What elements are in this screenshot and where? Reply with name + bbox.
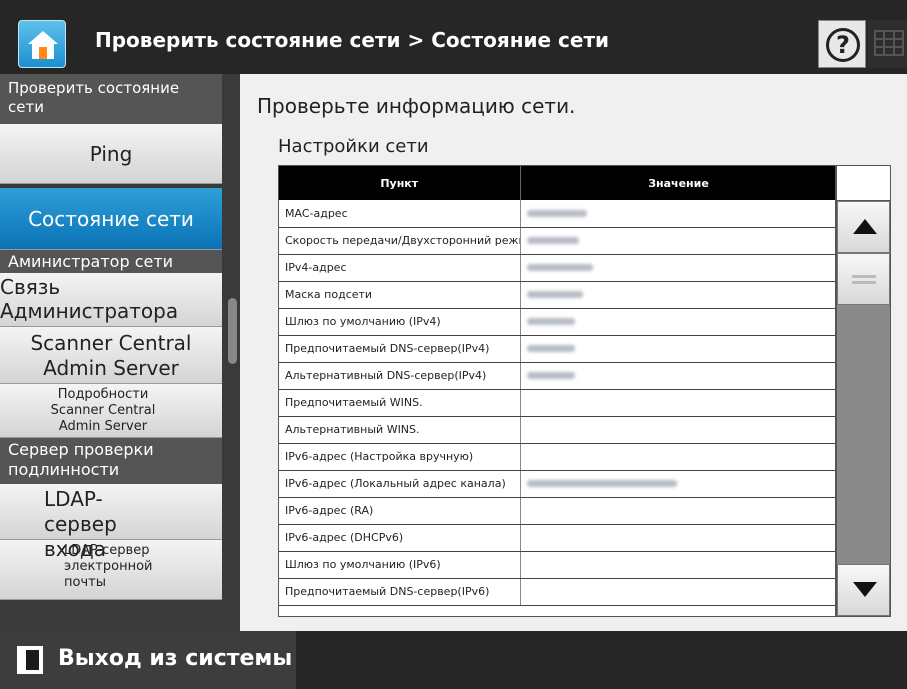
- sidebar-section-network-admin: Аминистратор сети: [0, 250, 222, 273]
- sidebar-item-admin-communication[interactable]: Связь Администратора: [0, 273, 222, 327]
- row-value: [520, 497, 835, 525]
- blurred-value: [526, 345, 575, 352]
- table-header-row: Пункт Значение: [279, 166, 835, 200]
- row-item-label: Шлюз по умолчанию (IPv4): [279, 308, 521, 336]
- row-item-label: Предпочитаемый WINS.: [279, 389, 521, 417]
- logout-icon: [17, 646, 43, 674]
- row-item-label: Скорость передачи/Двухсторонний режим: [279, 227, 521, 255]
- sidebar-item-network-status[interactable]: Состояние сети: [0, 188, 222, 250]
- page-title: Проверить состояние сети > Состояние сет…: [95, 28, 610, 52]
- section-heading: Настройки сети: [278, 136, 429, 157]
- sidebar-item-ldap-email[interactable]: LDAP-сервер электронной почты: [0, 540, 222, 600]
- table-row: Предпочитаемый WINS.: [279, 389, 835, 417]
- row-item-label: Маска подсети: [279, 281, 521, 309]
- row-item-label: MAC-адрес: [279, 200, 521, 228]
- table-row: IPv6-адрес (Локальный адрес канала): [279, 470, 835, 498]
- row-item-label: IPv4-адрес: [279, 254, 521, 282]
- logout-button[interactable]: Выход из системы: [0, 631, 296, 689]
- row-value: [520, 443, 835, 471]
- grip-icon: [852, 281, 876, 284]
- sidebar-item-ldap-login[interactable]: LDAP-сервер входа: [0, 484, 222, 561]
- blurred-value: [526, 291, 583, 298]
- row-item-label: IPv6-адрес (Настройка вручную): [279, 443, 521, 471]
- row-value: [520, 308, 835, 336]
- table-scrollbar: [836, 165, 891, 617]
- row-item-label: Предпочитаемый DNS-сервер(IPv6): [279, 578, 521, 606]
- scroll-down-button[interactable]: [837, 564, 890, 616]
- sidebar-section-check-network: Проверить состояние сети: [0, 74, 222, 124]
- row-value: [520, 578, 835, 606]
- blurred-value: [526, 372, 575, 379]
- row-item-label: Альтернативный WINS.: [279, 416, 521, 444]
- column-header-value: Значение: [520, 166, 835, 200]
- bottom-bar: Выход из системы: [0, 631, 907, 689]
- row-value: [520, 389, 835, 417]
- row-value: [520, 524, 835, 552]
- blurred-value: [526, 237, 579, 244]
- scroll-thumb[interactable]: [837, 253, 890, 305]
- row-value: [520, 416, 835, 444]
- row-item-label: Шлюз по умолчанию (IPv6): [279, 551, 521, 579]
- blurred-value: [526, 480, 677, 487]
- table-row: Скорость передачи/Двухсторонний режим: [279, 227, 835, 255]
- row-value: [520, 227, 835, 255]
- sidebar-item-scanner-central-details[interactable]: Подробности Scanner Central Admin Server: [0, 384, 222, 438]
- row-value: [520, 362, 835, 390]
- home-icon: [28, 31, 58, 59]
- top-bar: Проверить состояние сети > Состояние сет…: [0, 0, 907, 74]
- row-value: [520, 200, 835, 228]
- sidebar-section-auth-server: Сервер проверки подлинности: [0, 438, 222, 484]
- sidebar: Проверить состояние сети Ping Состояние …: [0, 74, 240, 631]
- scrollbar-header-spacer: [837, 166, 890, 201]
- row-item-label: IPv6-адрес (Локальный адрес канала): [279, 470, 521, 498]
- logout-label: Выход из системы: [58, 646, 293, 671]
- table-row: IPv6-адрес (DHCPv6): [279, 524, 835, 552]
- table-row: Предпочитаемый DNS-сервер(IPv4): [279, 335, 835, 363]
- blurred-value: [526, 264, 593, 271]
- blurred-value: [526, 318, 575, 325]
- scroll-up-button[interactable]: [837, 201, 890, 253]
- table-row: IPv6-адрес (RA): [279, 497, 835, 525]
- table-row: Альтернативный WINS.: [279, 416, 835, 444]
- row-value: [520, 254, 835, 282]
- home-button[interactable]: [18, 20, 66, 68]
- table-row: Маска подсети: [279, 281, 835, 309]
- grip-icon: [852, 275, 876, 278]
- sidebar-item-scanner-central-admin-server[interactable]: Scanner Central Admin Server: [0, 327, 222, 384]
- help-button[interactable]: ?: [818, 20, 866, 68]
- table-row: Шлюз по умолчанию (IPv4): [279, 308, 835, 336]
- keyboard-icon: [874, 30, 904, 56]
- row-value: [520, 551, 835, 579]
- table-row: Альтернативный DNS-сервер(IPv4): [279, 362, 835, 390]
- network-settings-table: Пункт Значение MAC-адрес Скорость передач…: [278, 165, 836, 617]
- main-content: Проверьте информацию сети. Настройки сет…: [240, 74, 907, 631]
- row-item-label: IPv6-адрес (RA): [279, 497, 521, 525]
- row-value: [520, 281, 835, 309]
- table-row: IPv6-адрес (Настройка вручную): [279, 443, 835, 471]
- column-header-item: Пункт: [279, 166, 521, 200]
- arrow-down-icon: [853, 582, 877, 597]
- row-value: [520, 335, 835, 363]
- blurred-value: [526, 209, 587, 217]
- row-value: [520, 470, 835, 498]
- sidebar-scrollbar[interactable]: [228, 298, 237, 364]
- row-item-label: IPv6-адрес (DHCPv6): [279, 524, 521, 552]
- page-heading: Проверьте информацию сети.: [257, 94, 576, 118]
- table-row: Предпочитаемый DNS-сервер(IPv6): [279, 578, 835, 606]
- keyboard-button[interactable]: [868, 20, 907, 68]
- row-item-label: Предпочитаемый DNS-сервер(IPv4): [279, 335, 521, 363]
- arrow-up-icon: [853, 219, 877, 234]
- row-item-label: Альтернативный DNS-сервер(IPv4): [279, 362, 521, 390]
- sidebar-item-ping[interactable]: Ping: [0, 124, 222, 184]
- help-icon: ?: [826, 28, 860, 62]
- table-row: MAC-адрес: [279, 200, 835, 228]
- table-row: IPv4-адрес: [279, 254, 835, 282]
- table-row: Шлюз по умолчанию (IPv6): [279, 551, 835, 579]
